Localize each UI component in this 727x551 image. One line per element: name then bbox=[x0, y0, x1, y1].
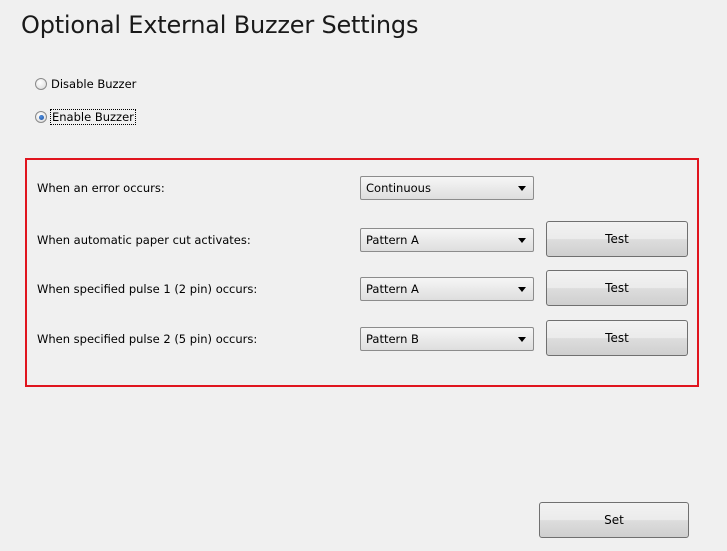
error-occurs-label: When an error occurs: bbox=[37, 181, 165, 195]
pulse2-label: When specified pulse 2 (5 pin) occurs: bbox=[37, 332, 258, 346]
chevron-down-icon bbox=[518, 186, 526, 191]
paper-cut-label: When automatic paper cut activates: bbox=[37, 233, 251, 247]
error-occurs-value: Continuous bbox=[366, 181, 431, 195]
pulse2-test-button[interactable]: Test bbox=[546, 320, 688, 356]
enable-buzzer-label: Enable Buzzer bbox=[50, 109, 136, 125]
radio-unchecked-icon[interactable] bbox=[35, 78, 47, 90]
radio-checked-icon[interactable] bbox=[35, 111, 47, 123]
chevron-down-icon bbox=[518, 238, 526, 243]
pulse1-value: Pattern A bbox=[366, 282, 419, 296]
pulse1-select[interactable]: Pattern A bbox=[360, 277, 534, 301]
disable-buzzer-label: Disable Buzzer bbox=[51, 77, 137, 91]
paper-cut-test-button[interactable]: Test bbox=[546, 221, 688, 257]
paper-cut-value: Pattern A bbox=[366, 233, 419, 247]
chevron-down-icon bbox=[518, 337, 526, 342]
page-title: Optional External Buzzer Settings bbox=[21, 11, 419, 39]
pulse2-value: Pattern B bbox=[366, 332, 419, 346]
disable-buzzer-radio[interactable]: Disable Buzzer bbox=[35, 75, 136, 93]
error-occurs-select[interactable]: Continuous bbox=[360, 176, 534, 200]
pulse2-select[interactable]: Pattern B bbox=[360, 327, 534, 351]
pulse1-label: When specified pulse 1 (2 pin) occurs: bbox=[37, 282, 258, 296]
enable-buzzer-radio[interactable]: Enable Buzzer bbox=[35, 108, 136, 126]
pulse1-test-button[interactable]: Test bbox=[546, 270, 688, 306]
set-button[interactable]: Set bbox=[539, 502, 689, 538]
paper-cut-select[interactable]: Pattern A bbox=[360, 228, 534, 252]
chevron-down-icon bbox=[518, 287, 526, 292]
